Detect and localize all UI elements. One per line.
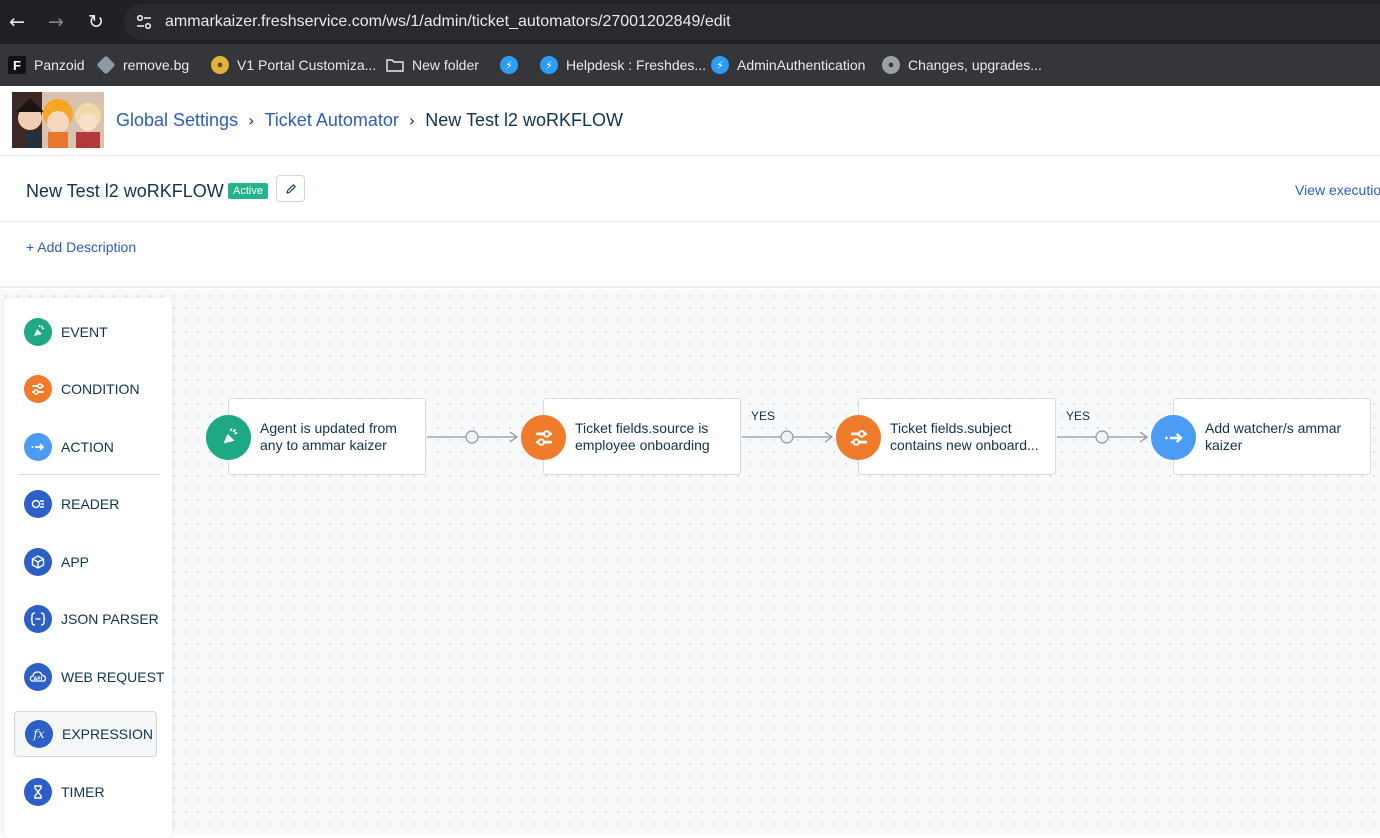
- bookmark-label: New folder: [412, 57, 479, 73]
- node-text: Add watcher/s ammar kaizer: [1205, 420, 1342, 453]
- event-icon: [206, 415, 251, 460]
- node-text: Ticket fields.subject contains new onboa…: [890, 420, 1039, 453]
- flow-connectors: [427, 430, 1149, 444]
- flow-node-action[interactable]: Add watcher/s ammar kaizer: [1173, 398, 1371, 475]
- pencil-icon: [285, 183, 296, 194]
- bookmark-panzoid[interactable]: F Panzoid: [8, 54, 85, 76]
- bookmark-label: Changes, upgrades...: [908, 57, 1042, 73]
- node-text: Ticket fields.source is employee onboard…: [575, 420, 710, 453]
- connector-label-yes: YES: [751, 409, 776, 423]
- bookmark-label: Helpdesk : Freshdes...: [566, 57, 707, 73]
- address-bar[interactable]: ammarkaizer.freshservice.com/ws/1/admin/…: [124, 4, 1380, 40]
- flow-node-event[interactable]: Agent is updated from any to ammar kaize…: [228, 398, 426, 475]
- flow-node-condition-subject[interactable]: Ticket fields.subject contains new onboa…: [858, 398, 1056, 475]
- site-info-icon[interactable]: [134, 12, 154, 32]
- globe-icon: ●: [882, 56, 900, 74]
- bookmarks-bar: F Panzoid remove.bg ● V1 Portal Customiz…: [0, 44, 1380, 86]
- portal-logo[interactable]: [12, 92, 104, 148]
- bookmark-portal[interactable]: ● V1 Portal Customiza...: [211, 54, 376, 76]
- url-text[interactable]: ammarkaizer.freshservice.com/ws/1/admin/…: [165, 13, 731, 31]
- workflow-title: New Test l2 woRKFLOW: [26, 181, 224, 201]
- bookmark-label: V1 Portal Customiza...: [237, 57, 377, 73]
- reload-icon[interactable]: ↻: [85, 11, 107, 33]
- connector-add-handle[interactable]: [1095, 430, 1109, 444]
- panzoid-icon: F: [8, 56, 26, 74]
- workflow-title-bar: New Test l2 woRKFLOW Active View executi…: [0, 157, 1380, 222]
- bookmark-freshservice[interactable]: ⚡: [500, 54, 518, 76]
- add-description-link[interactable]: + Add Description: [26, 239, 136, 255]
- bookmark-label: AdminAuthentication: [737, 57, 866, 73]
- bookmark-helpdesk[interactable]: ⚡ Helpdesk : Freshdes...: [540, 54, 706, 76]
- connector-add-handle[interactable]: [465, 430, 479, 444]
- chevron-right-icon: ›: [248, 111, 255, 130]
- freshservice-icon: ⚡: [711, 56, 729, 74]
- bookmark-removebg[interactable]: remove.bg: [96, 54, 190, 76]
- bookmark-changes[interactable]: ● Changes, upgrades...: [882, 54, 1042, 76]
- condition-icon: [521, 415, 566, 460]
- breadcrumb-current: New Test l2 woRKFLOW: [425, 110, 623, 130]
- bookmark-admin-auth[interactable]: ⚡ AdminAuthentication: [711, 54, 865, 76]
- bookmark-new-folder[interactable]: New folder: [386, 54, 479, 76]
- breadcrumb-ticket-automator[interactable]: Ticket Automator: [264, 110, 398, 131]
- chevron-right-icon: ›: [408, 111, 416, 130]
- connector-label-yes: YES: [1066, 409, 1091, 423]
- node-text: Agent is updated from any to ammar kaize…: [260, 420, 397, 453]
- removebg-icon: [96, 55, 116, 75]
- action-icon: [1151, 415, 1196, 460]
- browser-toolbar: ← → ↻ ammarkaizer.freshservice.com/ws/1/…: [0, 0, 1380, 44]
- back-icon[interactable]: ←: [6, 11, 28, 33]
- connector-add-handle[interactable]: [780, 430, 794, 444]
- condition-icon: [836, 415, 881, 460]
- status-badge: Active: [228, 183, 268, 199]
- description-row: + Add Description: [0, 222, 1380, 288]
- edit-title-button[interactable]: [276, 175, 305, 202]
- breadcrumb: Global Settings › Ticket Automator › New…: [116, 110, 623, 131]
- bookmark-label: remove.bg: [123, 57, 190, 73]
- forward-icon[interactable]: →: [45, 11, 67, 33]
- freshservice-icon: ⚡: [540, 56, 558, 74]
- flow-node-condition-source[interactable]: Ticket fields.source is employee onboard…: [543, 398, 741, 475]
- workflow-canvas[interactable]: EVENT CONDITION ACTION READER APP JSON P…: [0, 290, 1380, 838]
- breadcrumb-global-settings[interactable]: Global Settings: [116, 110, 238, 131]
- portal-icon: ●: [211, 56, 229, 74]
- view-executions-link[interactable]: View execution: [1295, 182, 1380, 198]
- app-header: Global Settings › Ticket Automator › New…: [0, 86, 1380, 156]
- folder-icon: [386, 59, 404, 72]
- bookmark-label: Panzoid: [34, 57, 85, 73]
- freshservice-icon: ⚡: [500, 56, 518, 74]
